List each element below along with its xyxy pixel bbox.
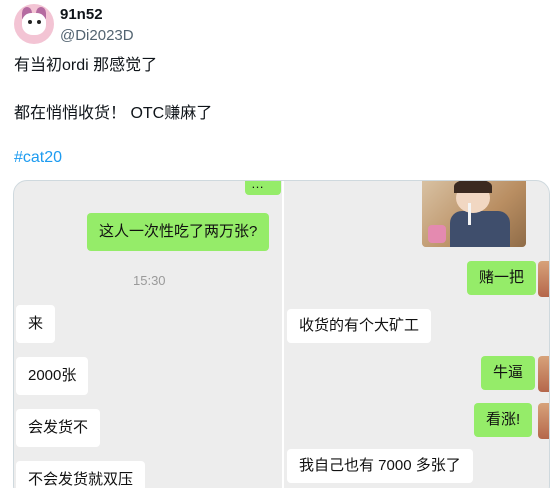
chat-photo-toddler xyxy=(422,181,526,247)
chat-bubble-incoming: 不会发货就双压 xyxy=(16,461,146,488)
chat-bubble-incoming: 收货的有个大矿工 xyxy=(287,309,432,343)
tweet-text-line-1: 有当初ordi 那感觉了 xyxy=(14,57,158,74)
tweet-text-line-2: 都在悄悄收货！ OTC赚麻了 xyxy=(14,105,213,122)
sender-avatar xyxy=(538,261,549,297)
chat-bubble-incoming: 来 xyxy=(16,305,56,343)
chat-bubble-outgoing: 这人一次性吃了两万张? xyxy=(87,213,270,251)
chat-bubble-outgoing: 赌一把 xyxy=(467,261,537,295)
screenshot-divider xyxy=(282,181,284,488)
sender-avatar xyxy=(538,403,549,439)
author-avatar[interactable] xyxy=(14,4,54,44)
chat-bubble-incoming: 我自己也有 7000 多张了 xyxy=(287,449,473,483)
chat-bubble-incoming: 会发货不 xyxy=(16,409,101,447)
chat-bubble-outgoing: 看涨! xyxy=(474,403,533,437)
author-handle[interactable]: @Di2023D xyxy=(60,27,134,44)
author-display-name[interactable]: 91n52 xyxy=(60,6,103,23)
chat-timestamp: 15:30 xyxy=(133,273,166,288)
sender-avatar xyxy=(538,356,549,392)
chat-bubble-cut-off: … xyxy=(245,181,281,195)
chat-bubble-incoming: 2000张 xyxy=(16,357,89,395)
tweet-media-image[interactable]: … 这人一次性吃了两万张? 15:30 来 2000张 会发货不 不会发货就双压… xyxy=(13,180,550,488)
hashtag-link[interactable]: #cat20 xyxy=(14,149,62,167)
chat-bubble-outgoing: 牛逼 xyxy=(481,356,536,390)
